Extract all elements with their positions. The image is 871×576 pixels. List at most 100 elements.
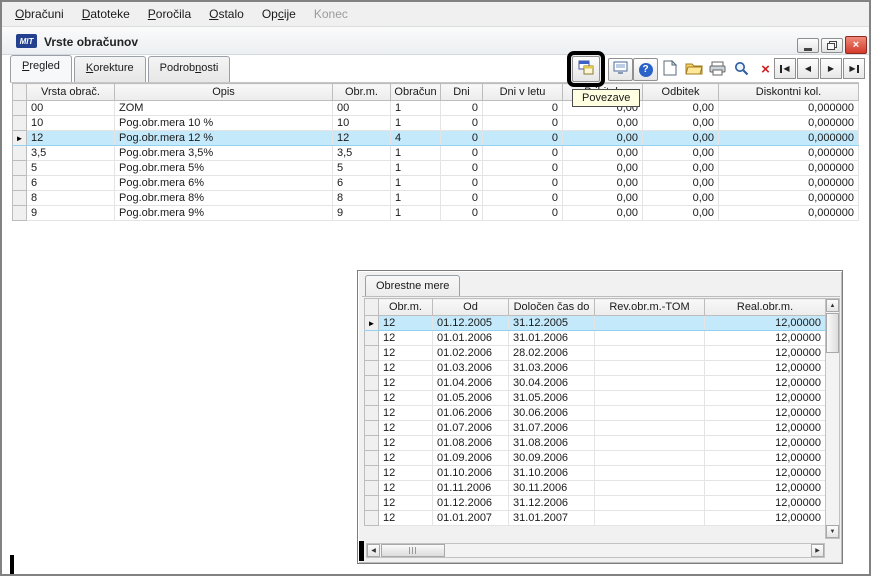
table-row[interactable]: 3,5 Pog.obr.mera 3,5% 3,5 1 0 0 0,00 0,00 0,0000…	[12, 145, 859, 161]
table-cell[interactable]: 01.10.2006	[432, 465, 509, 481]
column-header[interactable]: Opis	[114, 83, 333, 101]
table-cell[interactable]: 0	[440, 115, 483, 131]
table-cell[interactable]: 12	[378, 495, 433, 511]
table-cell[interactable]: Pog.obr.mera 8%	[114, 190, 333, 206]
table-cell[interactable]	[594, 345, 705, 361]
table-cell[interactable]: 1	[390, 175, 441, 191]
table-cell[interactable]: 01.06.2006	[432, 405, 509, 421]
table-cell[interactable]: 31.10.2006	[508, 465, 595, 481]
table-cell[interactable]: 0,000000	[718, 160, 859, 176]
table-cell[interactable]: 12	[378, 315, 433, 331]
table-cell[interactable]: 31.12.2006	[508, 495, 595, 511]
column-header[interactable]: Obr.m.	[332, 83, 391, 101]
column-header[interactable]: Določen čas do	[508, 298, 595, 316]
table-cell[interactable]: 0,00	[562, 205, 643, 221]
close-button[interactable]: ×	[845, 36, 867, 54]
table-cell[interactable]: 12,00000	[704, 495, 826, 511]
table-cell[interactable]: Pog.obr.mera 9%	[114, 205, 333, 221]
column-header[interactable]: Rev.obr.m.-TOM	[594, 298, 705, 316]
table-cell[interactable]: 12,00000	[704, 345, 826, 361]
search-button[interactable]	[730, 58, 753, 81]
table-cell[interactable]: 12	[378, 510, 433, 526]
table-cell[interactable]: 9	[26, 205, 115, 221]
table-cell[interactable]: 6	[26, 175, 115, 191]
column-header[interactable]: Real.obr.m.	[704, 298, 826, 316]
nav-prev-button[interactable]: ◀	[797, 58, 819, 79]
table-row[interactable]: 12 01.06.2006 30.06.2006 12,00000	[364, 405, 826, 421]
column-header[interactable]: Vrsta obrač.	[26, 83, 115, 101]
table-cell[interactable]: Pog.obr.mera 3,5%	[114, 145, 333, 161]
preview-button[interactable]	[608, 58, 633, 81]
table-cell[interactable]: 0,00	[562, 160, 643, 176]
table-cell[interactable]: 0,00	[642, 115, 719, 131]
tab-korekture[interactable]: Korekture	[73, 56, 146, 82]
table-cell[interactable]: 31.12.2005	[508, 315, 595, 331]
table-cell[interactable]: 0,00	[562, 190, 643, 206]
table-row[interactable]: 9 Pog.obr.mera 9% 9 1 0 0 0,00 0,00 0,000000	[12, 205, 859, 221]
scroll-left-button[interactable]: ◀	[367, 544, 380, 557]
column-header[interactable]: Od	[432, 298, 509, 316]
horizontal-scrollbar-thumb[interactable]	[381, 544, 445, 557]
table-cell[interactable]: 12,00000	[704, 480, 826, 496]
table-row[interactable]: 12 01.02.2006 28.02.2006 12,00000	[364, 345, 826, 361]
table-cell[interactable]	[594, 510, 705, 526]
table-cell[interactable]: 1	[390, 160, 441, 176]
table-cell[interactable]: 00	[332, 100, 391, 116]
table-cell[interactable]: 12	[378, 405, 433, 421]
table-cell[interactable]: 01.12.2006	[432, 495, 509, 511]
table-cell[interactable]: 12,00000	[704, 465, 826, 481]
table-cell[interactable]: 12,00000	[704, 420, 826, 436]
table-cell[interactable]: 31.07.2006	[508, 420, 595, 436]
table-cell[interactable]: 12	[378, 450, 433, 466]
table-cell[interactable]: Pog.obr.mera 5%	[114, 160, 333, 176]
table-cell[interactable]: 0,000000	[718, 145, 859, 161]
table-cell[interactable]: 1	[390, 205, 441, 221]
table-cell[interactable]: 0	[482, 130, 563, 146]
table-cell[interactable]: 12	[378, 420, 433, 436]
table-cell[interactable]: 0	[440, 145, 483, 161]
vertical-scrollbar-thumb[interactable]	[826, 313, 839, 353]
scroll-down-button[interactable]: ▼	[826, 525, 839, 538]
table-cell[interactable]: 0,000000	[718, 175, 859, 191]
povezave-button[interactable]	[572, 56, 600, 82]
table-cell[interactable]	[594, 465, 705, 481]
table-row[interactable]: 10 Pog.obr.mera 10 % 10 1 0 0 0,00 0,00 0,000000	[12, 115, 859, 131]
column-header[interactable]: Obr.m.	[378, 298, 433, 316]
table-cell[interactable]	[594, 375, 705, 391]
table-row[interactable]: 12 01.07.2006 31.07.2006 12,00000	[364, 420, 826, 436]
table-cell[interactable]: 12	[26, 130, 115, 146]
table-cell[interactable]: 12	[378, 465, 433, 481]
table-cell[interactable]: 8	[332, 190, 391, 206]
table-cell[interactable]: 0,000000	[718, 190, 859, 206]
table-row[interactable]: 12 01.08.2006 31.08.2006 12,00000	[364, 435, 826, 451]
menu-item-obracuni[interactable]: Obračuni	[6, 3, 73, 25]
vertical-scrollbar[interactable]: ▲ ▼	[825, 298, 840, 539]
table-cell[interactable]: 12,00000	[704, 315, 826, 331]
table-cell[interactable]: 0,00	[642, 130, 719, 146]
column-header[interactable]: Dni v letu	[482, 83, 563, 101]
table-cell[interactable]: 9	[332, 205, 391, 221]
table-cell[interactable]: 12,00000	[704, 390, 826, 406]
table-cell[interactable]: 10	[332, 115, 391, 131]
table-cell[interactable]: 31.01.2007	[508, 510, 595, 526]
table-cell[interactable]: 0	[482, 190, 563, 206]
table-cell[interactable]: 30.06.2006	[508, 405, 595, 421]
table-row[interactable]: ► 12 01.12.2005 31.12.2005 12,00000	[364, 315, 826, 331]
table-cell[interactable]: 0	[440, 205, 483, 221]
table-cell[interactable]	[594, 360, 705, 376]
table-cell[interactable]: 01.01.2007	[432, 510, 509, 526]
column-header[interactable]: Obračun	[390, 83, 441, 101]
new-record-button[interactable]	[658, 58, 681, 81]
help-button[interactable]: ?	[633, 58, 658, 81]
table-cell[interactable]: 0	[440, 160, 483, 176]
table-cell[interactable]: 12,00000	[704, 330, 826, 346]
table-cell[interactable]	[594, 495, 705, 511]
table-row[interactable]: 12 01.09.2006 30.09.2006 12,00000	[364, 450, 826, 466]
table-cell[interactable]: ZOM	[114, 100, 333, 116]
table-cell[interactable]: 30.04.2006	[508, 375, 595, 391]
table-row[interactable]: 6 Pog.obr.mera 6% 6 1 0 0 0,00 0,00 0,000000	[12, 175, 859, 191]
column-header[interactable]: Diskontni kol.	[718, 83, 859, 101]
table-row[interactable]: ► 12 Pog.obr.mera 12 % 12 4 0 0 0,00 0,00 0,00000…	[12, 130, 859, 146]
table-row[interactable]: 5 Pog.obr.mera 5% 5 1 0 0 0,00 0,00 0,000000	[12, 160, 859, 176]
print-button[interactable]	[706, 58, 729, 81]
